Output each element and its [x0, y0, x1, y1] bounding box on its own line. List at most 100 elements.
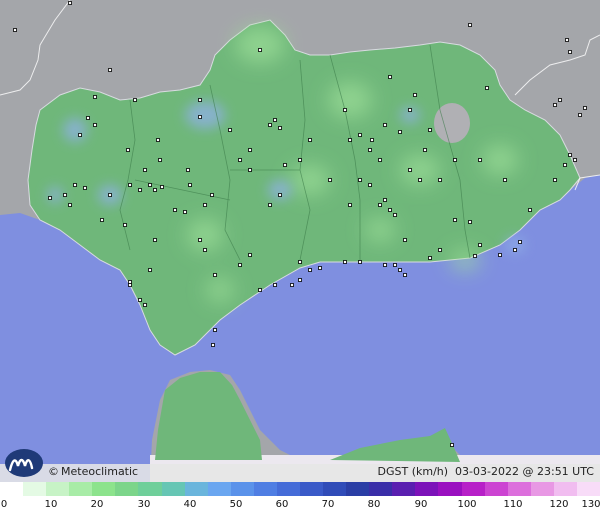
station-marker[interactable]	[358, 260, 362, 264]
station-marker[interactable]	[278, 193, 282, 197]
station-marker[interactable]	[398, 130, 402, 134]
station-marker[interactable]	[558, 98, 562, 102]
station-marker[interactable]	[565, 38, 569, 42]
station-marker[interactable]	[368, 183, 372, 187]
station-marker[interactable]	[268, 203, 272, 207]
station-marker[interactable]	[503, 178, 507, 182]
station-marker[interactable]	[278, 126, 282, 130]
station-marker[interactable]	[383, 198, 387, 202]
station-marker[interactable]	[86, 116, 90, 120]
station-marker[interactable]	[258, 48, 262, 52]
station-marker[interactable]	[513, 248, 517, 252]
station-marker[interactable]	[173, 208, 177, 212]
station-marker[interactable]	[143, 168, 147, 172]
station-marker[interactable]	[123, 223, 127, 227]
station-marker[interactable]	[378, 203, 382, 207]
station-marker[interactable]	[383, 263, 387, 267]
station-marker[interactable]	[388, 75, 392, 79]
station-marker[interactable]	[478, 158, 482, 162]
station-marker[interactable]	[158, 158, 162, 162]
station-marker[interactable]	[238, 263, 242, 267]
station-marker[interactable]	[83, 186, 87, 190]
station-marker[interactable]	[348, 203, 352, 207]
station-marker[interactable]	[143, 303, 147, 307]
station-marker[interactable]	[138, 188, 142, 192]
station-marker[interactable]	[343, 108, 347, 112]
station-marker[interactable]	[211, 343, 215, 347]
station-marker[interactable]	[308, 268, 312, 272]
station-marker[interactable]	[133, 98, 137, 102]
station-marker[interactable]	[563, 163, 567, 167]
station-marker[interactable]	[378, 158, 382, 162]
station-marker[interactable]	[188, 183, 192, 187]
station-marker[interactable]	[100, 218, 104, 222]
station-marker[interactable]	[308, 138, 312, 142]
station-marker[interactable]	[126, 148, 130, 152]
station-marker[interactable]	[528, 208, 532, 212]
station-marker[interactable]	[553, 103, 557, 107]
station-marker[interactable]	[203, 248, 207, 252]
station-marker[interactable]	[398, 268, 402, 272]
station-marker[interactable]	[228, 128, 232, 132]
station-marker[interactable]	[358, 133, 362, 137]
station-marker[interactable]	[210, 193, 214, 197]
station-marker[interactable]	[238, 158, 242, 162]
station-marker[interactable]	[358, 178, 362, 182]
station-marker[interactable]	[68, 203, 72, 207]
station-marker[interactable]	[298, 278, 302, 282]
station-marker[interactable]	[298, 260, 302, 264]
station-marker[interactable]	[148, 268, 152, 272]
station-marker[interactable]	[573, 158, 577, 162]
station-marker[interactable]	[473, 254, 477, 258]
station-marker[interactable]	[63, 193, 67, 197]
station-marker[interactable]	[73, 183, 77, 187]
station-marker[interactable]	[485, 86, 489, 90]
station-marker[interactable]	[453, 158, 457, 162]
station-marker[interactable]	[453, 218, 457, 222]
station-marker[interactable]	[93, 95, 97, 99]
station-marker[interactable]	[156, 138, 160, 142]
brand-label[interactable]: © Meteoclimatic	[48, 465, 138, 478]
meteoclimatic-logo-icon[interactable]	[4, 448, 48, 478]
station-marker[interactable]	[348, 138, 352, 142]
station-marker[interactable]	[148, 183, 152, 187]
station-marker[interactable]	[403, 238, 407, 242]
station-marker[interactable]	[153, 238, 157, 242]
station-marker[interactable]	[413, 93, 417, 97]
station-marker[interactable]	[428, 256, 432, 260]
station-marker[interactable]	[198, 98, 202, 102]
station-marker[interactable]	[418, 178, 422, 182]
station-marker[interactable]	[268, 123, 272, 127]
station-marker[interactable]	[203, 203, 207, 207]
station-marker[interactable]	[403, 273, 407, 277]
station-marker[interactable]	[108, 68, 112, 72]
station-marker[interactable]	[198, 238, 202, 242]
station-marker[interactable]	[343, 260, 347, 264]
station-marker[interactable]	[248, 253, 252, 257]
station-marker[interactable]	[138, 298, 142, 302]
station-marker[interactable]	[583, 106, 587, 110]
station-marker[interactable]	[393, 263, 397, 267]
station-marker[interactable]	[108, 193, 112, 197]
station-marker[interactable]	[128, 280, 132, 284]
station-marker[interactable]	[328, 178, 332, 182]
station-marker[interactable]	[160, 185, 164, 189]
station-marker[interactable]	[273, 118, 277, 122]
station-marker[interactable]	[93, 123, 97, 127]
station-marker[interactable]	[128, 283, 132, 287]
station-marker[interactable]	[273, 283, 277, 287]
station-marker[interactable]	[468, 220, 472, 224]
station-marker[interactable]	[318, 266, 322, 270]
station-marker[interactable]	[298, 158, 302, 162]
station-marker[interactable]	[68, 1, 72, 5]
station-marker[interactable]	[423, 148, 427, 152]
station-marker[interactable]	[258, 288, 262, 292]
station-marker[interactable]	[128, 183, 132, 187]
station-marker[interactable]	[13, 28, 17, 32]
station-marker[interactable]	[498, 253, 502, 257]
station-marker[interactable]	[368, 148, 372, 152]
station-marker[interactable]	[450, 443, 454, 447]
station-marker[interactable]	[48, 196, 52, 200]
station-marker[interactable]	[578, 113, 582, 117]
station-marker[interactable]	[553, 178, 557, 182]
